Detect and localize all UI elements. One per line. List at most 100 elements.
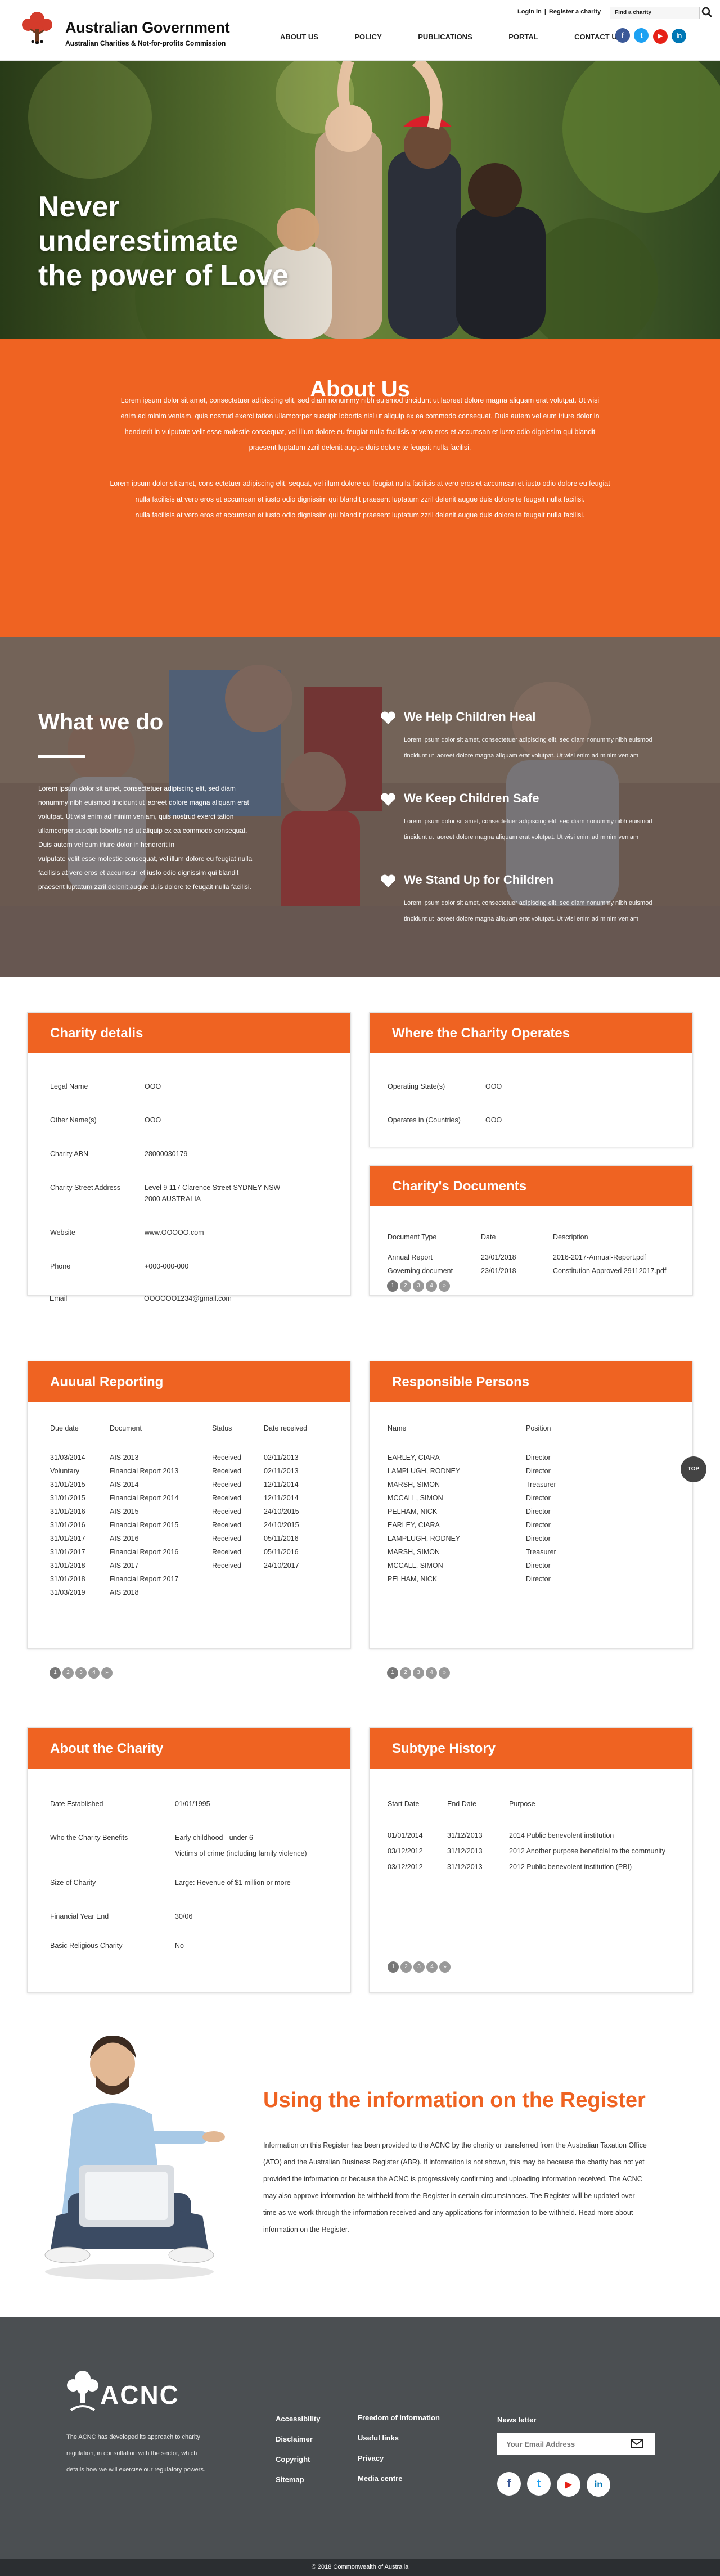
item-title: We Help Children Heal <box>404 710 536 724</box>
item-text: Lorem ipsum dolor sit amet, consectetuer… <box>404 732 673 764</box>
back-to-top-button[interactable]: TOP <box>681 1456 706 1482</box>
page-button[interactable]: 1 <box>50 1667 61 1679</box>
column-header: Description <box>553 1233 588 1241</box>
footer-link-disclaimer[interactable]: Disclaimer <box>276 2435 313 2443</box>
responsible-persons-card: Responsible Persons Name Position EARLEY, … <box>369 1361 693 1649</box>
youtube-icon[interactable]: ▶ <box>652 29 668 44</box>
document-link[interactable]: Constitution Approved 29112017.pdf <box>553 1267 666 1275</box>
field-value: OOO <box>145 1082 161 1090</box>
field-label: Other Name(s) <box>50 1116 97 1124</box>
gov-logo[interactable]: Australian Government Australian Chariti… <box>17 7 242 47</box>
nav-policy[interactable]: POLICY <box>354 29 381 41</box>
youtube-icon[interactable]: ▶ <box>557 2473 580 2497</box>
table-cell: Received <box>212 1548 242 1556</box>
table-cell: 31/01/2016 <box>50 1508 86 1515</box>
page-button[interactable]: 2 <box>400 1667 411 1679</box>
footer-link-foi[interactable]: Freedom of information <box>358 2413 440 2422</box>
table-cell: Received <box>212 1535 242 1542</box>
card-title: Subtype History <box>370 1728 692 1769</box>
nav-publications[interactable]: PUBLICATIONS <box>418 29 472 41</box>
footer-logo[interactable]: ACNC <box>100 2380 179 2410</box>
table-cell: Financial Report 2014 <box>110 1494 179 1502</box>
page-button[interactable]: 3 <box>413 1667 424 1679</box>
page-button[interactable]: 4 <box>426 1280 437 1292</box>
register-line: provided the information or because the … <box>263 2175 642 2183</box>
table-cell: 02/11/2013 <box>264 1454 299 1461</box>
linkedin-icon[interactable]: in <box>587 2473 610 2497</box>
hero-title: Never underestimate the power of Love <box>38 190 342 293</box>
email-link[interactable]: OOOOOO1234@gmail.com <box>144 1294 232 1302</box>
next-page-button[interactable]: » <box>101 1667 112 1679</box>
footer-link-sitemap[interactable]: Sitemap <box>276 2475 304 2484</box>
twitter-icon[interactable]: t <box>527 2472 551 2496</box>
table-cell: Received <box>212 1521 242 1529</box>
site-header: Australian Government Australian Chariti… <box>0 0 720 61</box>
page-button[interactable]: 2 <box>62 1667 74 1679</box>
item-line: tincidunt ut laoreet dolore magna aliqua… <box>404 752 638 759</box>
nav-contact-us[interactable]: CONTACT US <box>574 29 622 41</box>
item-title: We Stand Up for Children <box>404 873 554 887</box>
table-cell: 24/10/2015 <box>264 1521 299 1529</box>
table-cell: MCCALL, SIMON <box>388 1494 443 1502</box>
table-cell: Director <box>526 1467 551 1475</box>
table-cell: Director <box>526 1508 551 1515</box>
page-button[interactable]: 1 <box>387 1667 398 1679</box>
document-link[interactable]: 2016-2017-Annual-Report.pdf <box>553 1253 646 1261</box>
nav-about-us[interactable]: ABOUT US <box>280 29 318 41</box>
table-cell: Voluntary <box>50 1467 80 1475</box>
page-button[interactable]: 2 <box>400 1280 411 1292</box>
next-page-button[interactable]: » <box>439 1280 450 1292</box>
register-charity-link[interactable]: Register a charity <box>549 8 601 15</box>
card-title: Charity detalis <box>28 1013 350 1053</box>
table-cell: 12/11/2014 <box>264 1494 299 1502</box>
facebook-icon[interactable]: f <box>497 2472 521 2496</box>
item-text: Lorem ipsum dolor sit amet, consectetuer… <box>404 814 673 845</box>
search-icon[interactable] <box>700 6 714 19</box>
page-button[interactable]: 2 <box>400 1961 412 1973</box>
column-header: Due date <box>50 1424 79 1432</box>
facebook-icon[interactable]: f <box>615 28 630 43</box>
table-cell: 2012 Another purpose beneficial to the c… <box>509 1847 665 1855</box>
table-cell: 31/01/2017 <box>50 1535 86 1542</box>
linkedin-icon[interactable]: in <box>672 29 687 43</box>
page-button[interactable]: 1 <box>387 1280 398 1292</box>
website-link[interactable]: www.OOOOO.com <box>145 1229 204 1237</box>
item-line: Lorem ipsum dolor sit amet, consectetuer… <box>404 737 652 743</box>
column-header: Date received <box>264 1424 308 1432</box>
page-button[interactable]: 3 <box>413 1280 424 1292</box>
text-line: volutpat. Ut wisi enim ad minim veniam, … <box>38 813 234 820</box>
next-page-button[interactable]: » <box>439 1961 451 1973</box>
next-page-button[interactable]: » <box>439 1667 450 1679</box>
twitter-icon[interactable]: t <box>634 28 649 43</box>
mail-icon[interactable] <box>630 2437 644 2451</box>
table-cell: 31/01/2015 <box>50 1481 86 1488</box>
footer-link-media-centre[interactable]: Media centre <box>358 2474 402 2483</box>
footer-link-accessibility[interactable]: Accessibility <box>276 2415 321 2423</box>
footer-link-copyright[interactable]: Copyright <box>276 2455 310 2464</box>
about-charity-card: About the Charity Date Established 01/01… <box>27 1727 351 1993</box>
page-button[interactable]: 4 <box>426 1961 438 1973</box>
page-button[interactable]: 4 <box>88 1667 100 1679</box>
footer-link-privacy[interactable]: Privacy <box>358 2454 384 2462</box>
item-line: tincidunt ut laoreet dolore magna aliqua… <box>404 834 638 841</box>
card-title: Charity's Documents <box>370 1166 692 1206</box>
subtype-history-card: Subtype History Start Date End Date Purp… <box>369 1727 693 1993</box>
subtype-pagination: 1 2 3 4» <box>388 1961 452 1973</box>
nav-portal[interactable]: PORTAL <box>508 29 538 41</box>
hero-banner: Never underestimate the power of Love <box>0 61 720 339</box>
page-button[interactable]: 3 <box>75 1667 87 1679</box>
page-button[interactable]: 3 <box>413 1961 425 1973</box>
acnc-tree-icon[interactable] <box>66 2369 99 2411</box>
footer-link-useful-links[interactable]: Useful links <box>358 2434 399 2442</box>
table-cell: AIS 2018 <box>110 1589 139 1596</box>
search-input[interactable]: Find a charity <box>610 7 700 19</box>
about-line: nulla facilisis at vero eros et accumsan… <box>135 511 585 519</box>
page-button[interactable]: 4 <box>426 1667 437 1679</box>
what-we-do-text: Lorem ipsum dolor sit amet, consectetuer… <box>38 782 286 894</box>
table-cell: AIS 2015 <box>110 1508 139 1515</box>
page-button[interactable]: 1 <box>388 1961 399 1973</box>
login-link[interactable]: Login in <box>518 8 542 15</box>
text-line: ullamcorper suscipit lobortis nisl ut al… <box>38 827 248 834</box>
heart-icon <box>381 793 395 806</box>
table-cell: 24/10/2015 <box>264 1508 299 1515</box>
